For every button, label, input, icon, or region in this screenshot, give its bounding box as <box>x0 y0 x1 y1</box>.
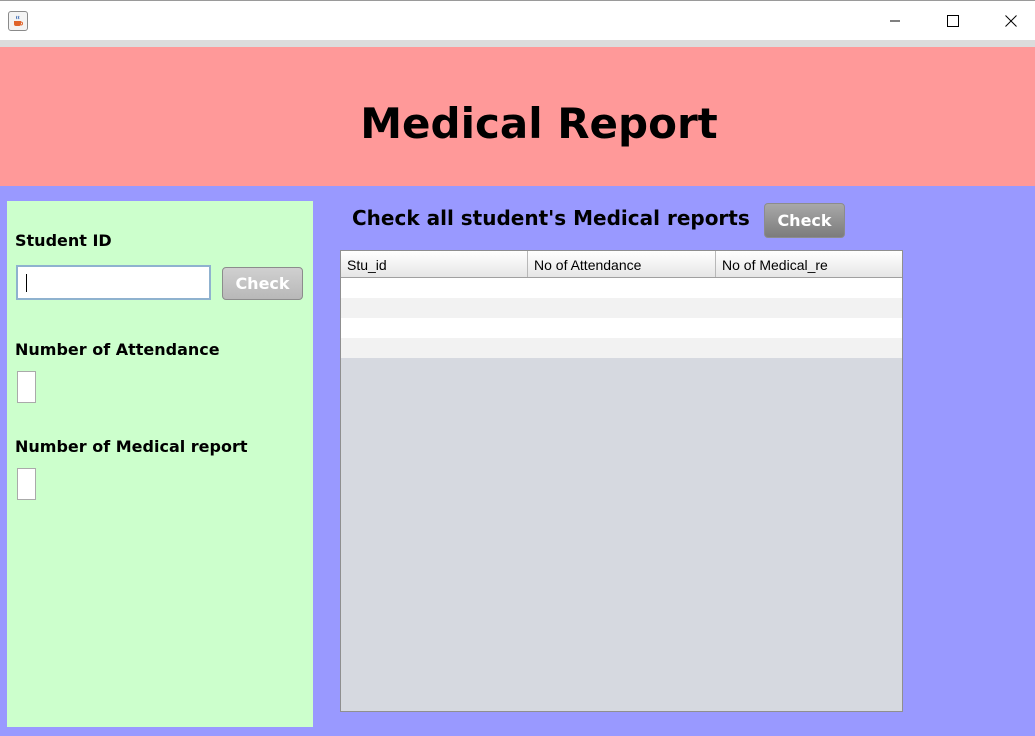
title-bar <box>0 0 1035 40</box>
table-row[interactable] <box>341 318 902 338</box>
table-row[interactable] <box>341 298 902 318</box>
text-caret <box>26 274 27 292</box>
attendance-label: Number of Attendance <box>15 340 220 359</box>
java-cup-icon[interactable] <box>8 11 28 31</box>
student-id-input[interactable] <box>16 265 211 300</box>
student-lookup-panel: Student ID Check Number of Attendance Nu… <box>7 201 313 727</box>
table-row[interactable] <box>341 338 902 358</box>
minimize-icon <box>890 20 900 22</box>
page-title: Medical Report <box>360 99 718 148</box>
medical-report-label: Number of Medical report <box>15 437 248 456</box>
header-banner: Medical Report <box>0 47 1035 186</box>
attendance-field[interactable] <box>17 371 36 403</box>
maximize-button[interactable] <box>924 1 982 41</box>
medical-reports-table[interactable]: Stu_id No of Attendance No of Medical_re <box>340 250 903 712</box>
check-all-button[interactable]: Check <box>764 203 845 238</box>
student-id-label: Student ID <box>15 231 112 250</box>
minimize-button[interactable] <box>866 1 924 41</box>
close-icon <box>1005 15 1017 27</box>
table-header: Stu_id No of Attendance No of Medical_re <box>341 251 902 278</box>
column-header-stu-id[interactable]: Stu_id <box>341 251 528 277</box>
title-separator <box>0 40 1035 47</box>
maximize-icon <box>947 15 959 27</box>
check-student-button[interactable]: Check <box>222 267 303 300</box>
column-header-medical[interactable]: No of Medical_re <box>716 251 902 277</box>
column-header-attendance[interactable]: No of Attendance <box>528 251 716 277</box>
table-row[interactable] <box>341 278 902 298</box>
check-all-heading: Check all student's Medical reports <box>352 206 750 230</box>
close-button[interactable] <box>982 1 1035 41</box>
medical-report-field[interactable] <box>17 468 36 500</box>
